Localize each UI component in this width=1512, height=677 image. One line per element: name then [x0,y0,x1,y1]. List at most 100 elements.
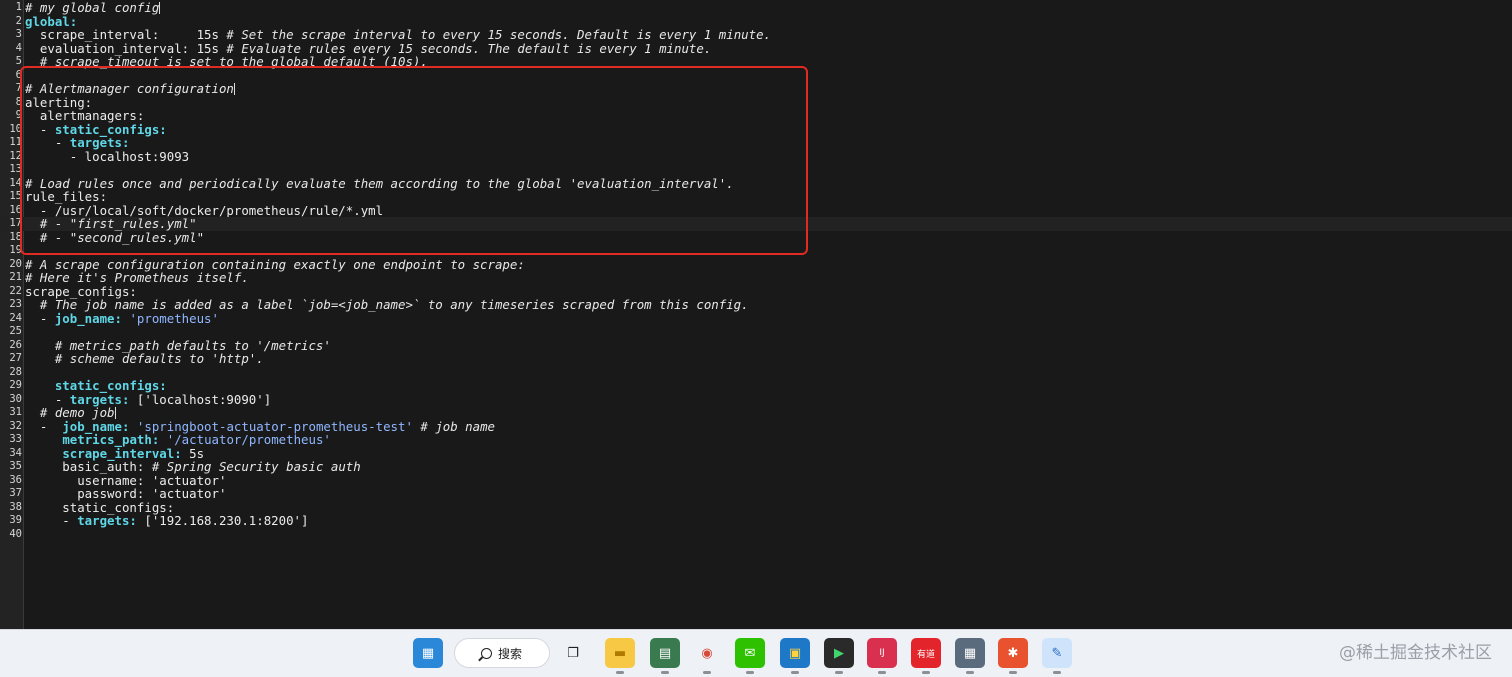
taskbar-search-box[interactable]: 搜索 [454,638,550,668]
line-text: scrape_interval: 5s [25,446,204,461]
code-line[interactable]: 33 metrics_path: '/actuator/prometheus' [0,433,1512,447]
code-token: ['localhost:9090'] [129,391,272,407]
code-line[interactable]: 38 static_configs: [0,500,1512,515]
line-number: 2 [15,14,22,27]
line-number: 18 [9,230,22,243]
code-editor[interactable]: 1 # my global config 2 global: 3 scrape_inte… [0,0,1512,629]
running-indicator [616,671,624,674]
line-number: 34 [9,446,22,459]
line-number: 32 [9,419,22,432]
code-line[interactable]: 37 password: 'actuator' [0,487,1512,501]
line-number: 26 [9,338,22,351]
code-line[interactable]: 20 # A scrape configuration containing ex… [0,257,1512,272]
line-number: 31 [9,406,22,418]
code-line[interactable]: 17 # - "first_rules.yml" [0,217,1512,231]
intellij-icon[interactable]: IJ [867,638,897,674]
line-text: - static_configs: [25,122,167,137]
line-number: 10 [9,122,22,135]
line-text: # The job name is added as a label `job=… [25,298,749,312]
code-line[interactable]: 24 - job_name: 'prometheus' [0,310,1512,326]
code-line[interactable]: 23 # The job name is added as a label `j… [0,298,1512,312]
line-number: 30 [9,392,22,405]
code-line[interactable]: 4 evaluation_interval: 15s # Evaluate ru… [0,41,1512,56]
code-line[interactable]: 36 username: 'actuator' [0,473,1512,488]
code-line[interactable]: 9 alertmanagers: [0,109,1512,123]
code-line[interactable]: 27 # scheme defaults to 'http'. [0,352,1512,366]
document-viewer-icon[interactable]: ▤ [650,638,680,674]
task-view-icon[interactable]: ❐ [558,638,588,668]
calculator-icon[interactable]: ▦ [955,638,985,674]
line-text: global: [25,14,77,29]
terminal-icon[interactable]: ▶ [824,638,854,674]
line-number: 39 [9,514,22,526]
code-line[interactable]: 6 [0,69,1512,83]
line-number: 17 [9,217,22,229]
code-line[interactable]: 22 scrape_configs: [0,284,1512,299]
code-key: job_name: [54,310,122,326]
virtualbox-icon[interactable]: ▣ [780,638,810,674]
line-number: 11 [9,136,22,148]
line-text: rule_files: [25,190,107,204]
windows-start-icon[interactable]: ▦ [413,638,443,668]
code-line[interactable]: 39 - targets: ['192.168.230.1:8200'] [0,514,1512,528]
chrome-icon[interactable]: ◉ [692,638,722,674]
line-text: - job_name: 'springboot-actuator-prometh… [25,419,495,434]
line-text: static_configs: [25,379,167,393]
code-line[interactable]: 29 static_configs: [0,379,1512,393]
code-line[interactable]: 12 - localhost:9093 [0,148,1512,164]
terminal-icon-glyph: ▶ [834,645,844,661]
code-line[interactable]: 34 scrape_interval: 5s [0,446,1512,461]
line-text: - localhost:9093 [25,148,190,164]
code-token: - localhost:9093 [25,148,190,164]
code-line[interactable]: 3 scrape_interval: 15s # Set the scrape … [0,28,1512,42]
code-token: - [25,513,78,528]
code-line[interactable]: 35 basic_auth: # Spring Security basic a… [0,460,1512,474]
xmind-icon[interactable]: ✱ [998,638,1028,674]
line-number: 4 [15,41,22,54]
code-line[interactable]: 21 # Here it's Prometheus itself. [0,271,1512,285]
code-line[interactable]: 31 # demo job [0,406,1512,420]
file-explorer-icon-glyph: ▬ [613,645,627,661]
wechat-icon-glyph: ✉ [744,645,756,661]
code-line[interactable]: 8 alerting: [0,95,1512,110]
running-indicator [1009,671,1017,674]
code-line[interactable]: 32 - job_name: 'springboot-actuator-prom… [0,419,1512,434]
line-text: - targets: [25,136,130,150]
text-cursor [233,83,235,95]
running-indicator [791,671,799,674]
code-comment: # scheme defaults to 'http'. [25,351,264,366]
youdao-icon[interactable]: 有道 [911,638,941,674]
code-line[interactable]: 16 - /usr/local/soft/docker/prometheus/r… [0,203,1512,218]
code-line[interactable]: 14 # Load rules once and periodically eva… [0,176,1512,191]
code-line[interactable]: 19 [0,244,1512,258]
code-line[interactable]: 30 - targets: ['localhost:9090'] [0,391,1512,407]
xmind-icon-glyph: ✱ [1007,645,1019,661]
wechat-icon[interactable]: ✉ [735,638,765,674]
code-line[interactable]: 26 # metrics_path defaults to '/metrics' [0,338,1512,353]
code-line[interactable]: 28 [0,366,1512,380]
line-number: 9 [15,109,22,121]
code-line[interactable]: 7 # Alertmanager configuration [0,82,1512,96]
line-text: # A scrape configuration containing exac… [25,257,525,272]
code-line[interactable]: 18 # - "second_rules.yml" [0,229,1512,245]
notepad-icon[interactable]: ✎ [1042,638,1072,674]
code-line[interactable]: 11 - targets: [0,136,1512,150]
code-line[interactable]: 2 global: [0,14,1512,29]
code-line[interactable]: 1 # my global config [0,1,1512,15]
code-line[interactable]: 10 - static_configs: [0,122,1512,137]
code-line[interactable]: 5 # scrape_timeout is set to the global … [0,55,1512,69]
line-text: - targets: ['192.168.230.1:8200'] [25,514,308,528]
code-line[interactable]: 40 [0,528,1512,542]
virtualbox-icon-glyph: ▣ [788,645,802,661]
code-line[interactable]: 25 [0,325,1512,339]
code-line[interactable]: 13 [0,163,1512,177]
code-line[interactable]: 15 rule_files: [0,190,1512,204]
line-text: # scheme defaults to 'http'. [25,352,264,366]
code-comment: # - "second_rules.yml" [25,229,205,245]
line-number: 14 [9,176,22,189]
line-number: 24 [9,311,22,324]
file-explorer-icon[interactable]: ▬ [605,638,635,674]
line-text: # metrics_path defaults to '/metrics' [25,338,331,353]
line-text: scrape_configs: [25,284,137,299]
task-view-icon-glyph: ❐ [567,645,579,661]
